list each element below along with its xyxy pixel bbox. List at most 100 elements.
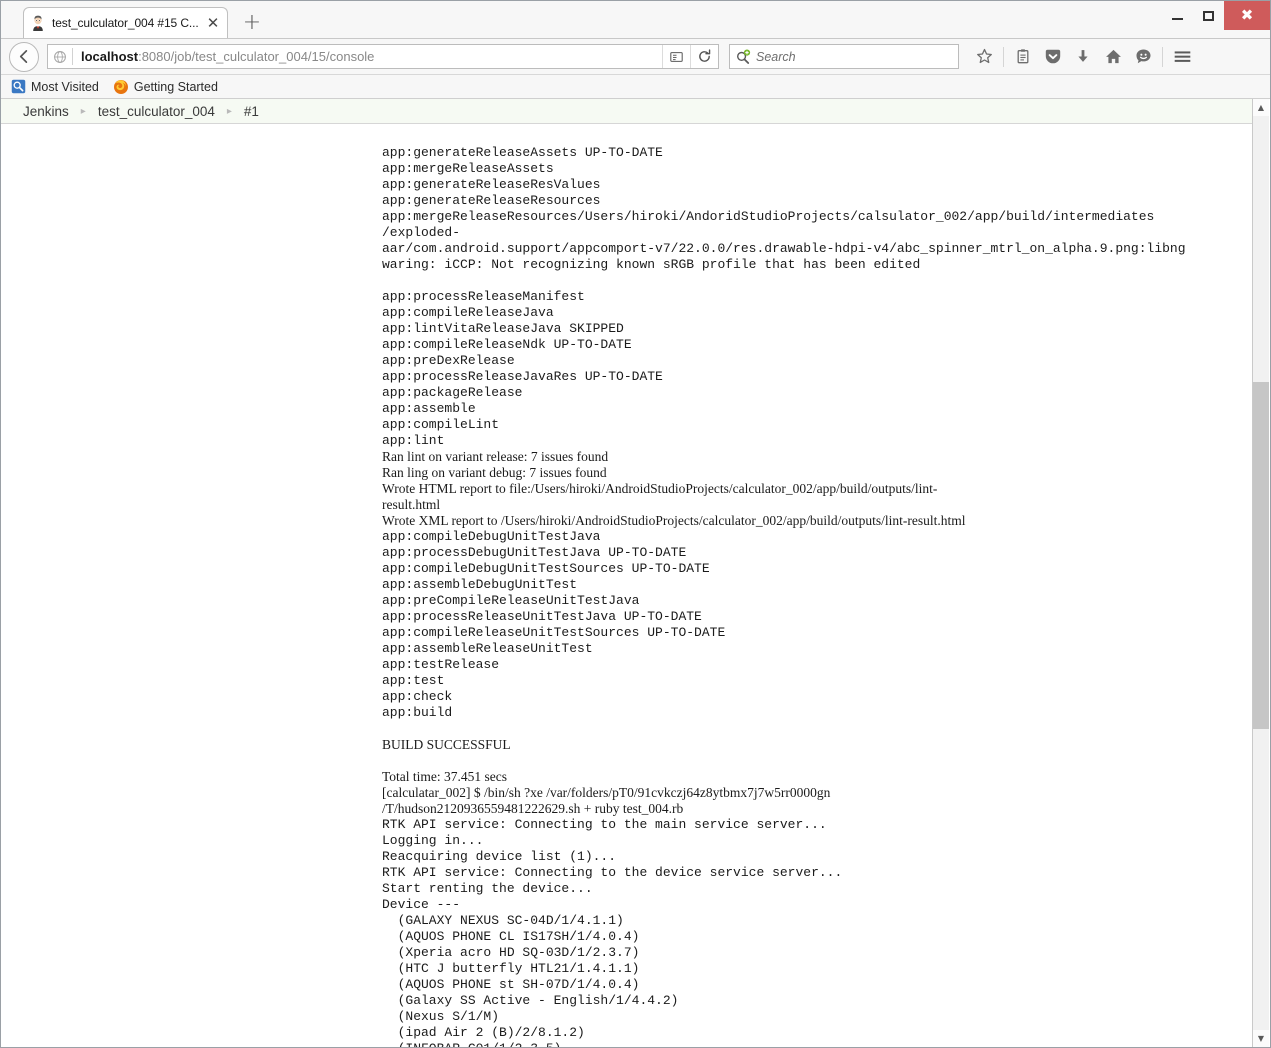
page-scrollbar[interactable]: ▲ ▼ (1253, 99, 1269, 1047)
back-arrow-icon (19, 50, 27, 63)
console-line: waring: iCCP: Not recognizing known sRGB… (382, 257, 921, 272)
downloads-icon[interactable] (1068, 42, 1098, 72)
menu-hamburger-icon[interactable] (1167, 42, 1197, 72)
bookmark-getting-started[interactable]: Getting Started (113, 79, 218, 95)
scrollbar-thumb[interactable] (1253, 382, 1269, 729)
hello-chat-icon[interactable] (1128, 42, 1158, 72)
console-line: RTK API service: Connecting to the main … (382, 817, 827, 832)
console-line: Wrote HTML report to file:/Users/hiroki/… (382, 481, 938, 496)
console-line: app:assembleDebugUnitTest (382, 577, 578, 592)
console-line: Device --- (382, 897, 461, 912)
firefox-icon (113, 79, 129, 95)
window-controls: ✖ (1162, 1, 1270, 30)
maximize-icon (1203, 10, 1214, 21)
bookmarks-toolbar: Most Visited Getting Started (1, 75, 1270, 99)
back-button[interactable] (9, 41, 39, 72)
tab-close-icon[interactable]: ✕ (205, 15, 221, 31)
bookmark-star-icon[interactable] (969, 42, 999, 72)
breadcrumb-item-build[interactable]: #1 (244, 104, 259, 119)
console-line: app:generateReleaseAssets UP-TO-DATE (382, 145, 663, 160)
maximize-button[interactable] (1193, 1, 1224, 30)
page-viewport: Jenkins ▸ test_culculator_004 ▸ #1 app:g… (1, 99, 1270, 1047)
console-line: /T/hudson2120936559481222629.sh + ruby t… (382, 801, 684, 816)
reader-view-icon[interactable] (662, 45, 690, 68)
console-line: (HTC J butterfly HTL21/1.4.1.1) (382, 961, 640, 976)
jenkins-butler-favicon-icon (30, 15, 46, 31)
console-line: app:preDexRelease (382, 353, 515, 368)
console-line: app:generateReleaseResValues (382, 177, 601, 192)
browser-window: test_culculator_004 #15 C... ✕ + ✖ local… (0, 0, 1271, 1048)
console-line: app:processDebugUnitTestJava UP-TO-DATE (382, 545, 687, 560)
toolbar-icons (969, 42, 1197, 72)
console-line: BUILD SUCCESSFUL (382, 737, 511, 752)
console-line: Wrote XML report to /Users/hiroki/Androi… (382, 513, 966, 528)
browser-tab[interactable]: test_culculator_004 #15 C... ✕ (23, 7, 228, 38)
console-line: Ran lint on variant release: 7 issues fo… (382, 449, 609, 464)
console-line: app:processReleaseUnitTestJava UP-TO-DAT… (382, 609, 702, 624)
reading-list-icon[interactable] (1008, 42, 1038, 72)
navigation-toolbar: localhost:8080/job/test_culculator_004/1… (1, 39, 1270, 75)
console-line: app:processReleaseJavaRes UP-TO-DATE (382, 369, 663, 384)
console-line: (AQUOS PHONE CL IS17SH/1/4.0.4) (382, 929, 640, 944)
scroll-down-arrow-icon[interactable]: ▼ (1253, 1030, 1269, 1047)
console-line: app:check (382, 689, 453, 704)
console-line: (AQUOS PHONE st SH-07D/1/4.0.4) (382, 977, 640, 992)
minimize-button[interactable] (1162, 1, 1193, 30)
search-input[interactable]: Search (729, 44, 959, 69)
globe-icon (48, 45, 72, 68)
console-line: app:mergeReleaseResources/Users/hiroki/A… (382, 209, 1155, 224)
console-line: Logging in... (382, 833, 484, 848)
breadcrumb-item-job[interactable]: test_culculator_004 (98, 104, 215, 119)
pocket-icon[interactable] (1038, 42, 1068, 72)
jenkins-console-page: Jenkins ▸ test_culculator_004 ▸ #1 app:g… (1, 99, 1253, 1047)
console-line: app:test (382, 673, 445, 688)
console-line: Total time: 37.451 secs (382, 769, 508, 784)
toolbar-divider (1003, 46, 1004, 67)
reload-button[interactable] (690, 45, 718, 68)
tab-title: test_culculator_004 #15 C... (52, 16, 199, 30)
console-line: app:compileReleaseNdk UP-TO-DATE (382, 337, 632, 352)
console-line: app:lintVitaReleaseJava SKIPPED (382, 321, 624, 336)
search-placeholder: Search (756, 49, 796, 64)
console-line: app:build (382, 705, 453, 720)
bookmark-label: Most Visited (31, 79, 99, 94)
console-line: /exploded- (382, 225, 461, 240)
breadcrumb: Jenkins ▸ test_culculator_004 ▸ #1 (1, 99, 1252, 124)
console-line: app:assembleReleaseUnitTest (382, 641, 593, 656)
scroll-up-arrow-icon[interactable]: ▲ (1253, 99, 1269, 116)
console-line: app:testRelease (382, 657, 500, 672)
breadcrumb-item-jenkins[interactable]: Jenkins (23, 104, 69, 119)
url-path: :8080/job/test_culculator_004/15/console (138, 49, 375, 64)
console-line: (Nexus S/1/M) (382, 1009, 500, 1024)
title-bar: test_culculator_004 #15 C... ✕ + ✖ (1, 1, 1270, 39)
console-line: (ipad Air 2 (B)/2/8.1.2) (382, 1025, 585, 1040)
url-host: localhost (81, 49, 139, 64)
search-icon (730, 45, 756, 68)
console-line: app:lint (382, 433, 445, 448)
console-line: (GALAXY NEXUS SC-04D/1/4.1.1) (382, 913, 624, 928)
console-line: [calculatar_002] $ /bin/sh ?xe /var/fold… (382, 785, 831, 800)
console-line: app:preCompileReleaseUnitTestJava (382, 593, 640, 608)
console-line: app:compileLint (382, 417, 500, 432)
console-line: app:compileDebugUnitTestSources UP-TO-DA… (382, 561, 710, 576)
close-window-button[interactable]: ✖ (1224, 1, 1270, 30)
address-bar[interactable]: localhost:8080/job/test_culculator_004/1… (47, 44, 719, 69)
bookmark-most-visited[interactable]: Most Visited (10, 79, 99, 95)
address-bar-text: localhost:8080/job/test_culculator_004/1… (73, 49, 662, 64)
new-tab-button[interactable]: + (241, 12, 263, 35)
console-line: app:generateReleaseResources (382, 193, 601, 208)
console-line: result.html (382, 497, 441, 512)
console-output: app:generateReleaseAssets UP-TO-DATE app:… (382, 145, 1252, 1047)
console-line: (Xperia acro HD SQ-03D/1/2.3.7) (382, 945, 640, 960)
console-line: Start renting the device... (382, 881, 593, 896)
home-icon[interactable] (1098, 42, 1128, 72)
console-line: app:packageRelease (382, 385, 523, 400)
console-line: Reacquiring device list (1)... (382, 849, 617, 864)
console-line: app:mergeReleaseAssets (382, 161, 554, 176)
breadcrumb-separator-icon: ▸ (80, 105, 86, 117)
bookmark-label: Getting Started (133, 79, 218, 94)
console-line: Ran ling on variant debug: 7 issues foun… (382, 465, 607, 480)
